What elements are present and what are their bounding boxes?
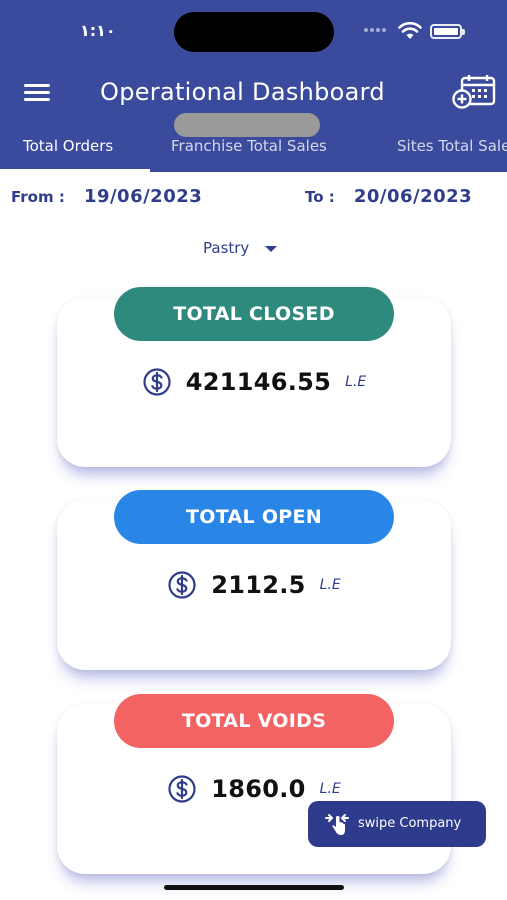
swipe-company-button[interactable]: swipe Company	[308, 801, 486, 847]
tab-sites-total-sales[interactable]: Sites Total Sales	[397, 137, 507, 155]
redacted-overlay	[174, 113, 320, 137]
menu-icon[interactable]	[24, 84, 50, 102]
chevron-down-icon	[265, 245, 278, 252]
total-closed-label[interactable]: TOTAL CLOSED	[114, 287, 394, 341]
to-date[interactable]: To : 20/06/2023	[305, 186, 472, 212]
from-label: From :	[11, 188, 65, 206]
signal-icon	[364, 28, 390, 34]
total-voids-card: TOTAL VOIDS 1860.0 L.E	[57, 694, 451, 874]
currency-unit: L.E	[319, 577, 341, 593]
swipe-hand-icon	[325, 814, 349, 835]
category-selected: Pastry	[203, 239, 250, 257]
status-time: ١:١٠	[80, 21, 116, 40]
home-indicator[interactable]	[164, 885, 344, 890]
battery-icon	[430, 24, 465, 39]
swipe-company-label: swipe Company	[358, 816, 462, 831]
tab-bar: Total Orders Franchise Total Sales Sites…	[0, 132, 507, 172]
tab-total-orders[interactable]: Total Orders	[23, 137, 113, 155]
wifi-icon	[398, 22, 422, 39]
dollar-icon	[168, 775, 196, 803]
total-open-amount: 2112.5	[211, 571, 306, 599]
total-closed-card: TOTAL CLOSED 421146.55 L.E	[57, 287, 451, 467]
total-open-card: TOTAL OPEN 2112.5 L.E	[57, 490, 451, 670]
tab-franchise-total-sales[interactable]: Franchise Total Sales	[171, 137, 327, 155]
currency-unit: L.E	[319, 781, 341, 797]
total-open-label[interactable]: TOTAL OPEN	[114, 490, 394, 544]
active-tab-indicator	[0, 169, 150, 172]
amount-row: 421146.55 L.E	[57, 367, 451, 397]
total-voids-label[interactable]: TOTAL VOIDS	[114, 694, 394, 748]
dollar-icon	[143, 368, 171, 396]
from-value[interactable]: 19/06/2023	[84, 186, 202, 207]
from-date[interactable]: From : 19/06/2023	[11, 186, 202, 212]
to-value[interactable]: 20/06/2023	[354, 186, 472, 207]
page-title: Operational Dashboard	[100, 78, 385, 106]
camera-notch	[174, 12, 334, 52]
amount-row: 2112.5 L.E	[57, 570, 451, 600]
currency-unit: L.E	[345, 374, 367, 390]
to-label: To :	[305, 188, 335, 206]
app-header: ١:١٠ Operational Dashboard Total Orders …	[0, 0, 507, 172]
category-dropdown[interactable]: Pastry	[203, 239, 278, 257]
total-voids-amount: 1860.0	[211, 775, 306, 803]
amount-row: 1860.0 L.E	[57, 774, 451, 804]
calendar-add-icon[interactable]	[452, 75, 496, 109]
total-closed-amount: 421146.55	[185, 368, 332, 396]
dollar-icon	[168, 571, 196, 599]
